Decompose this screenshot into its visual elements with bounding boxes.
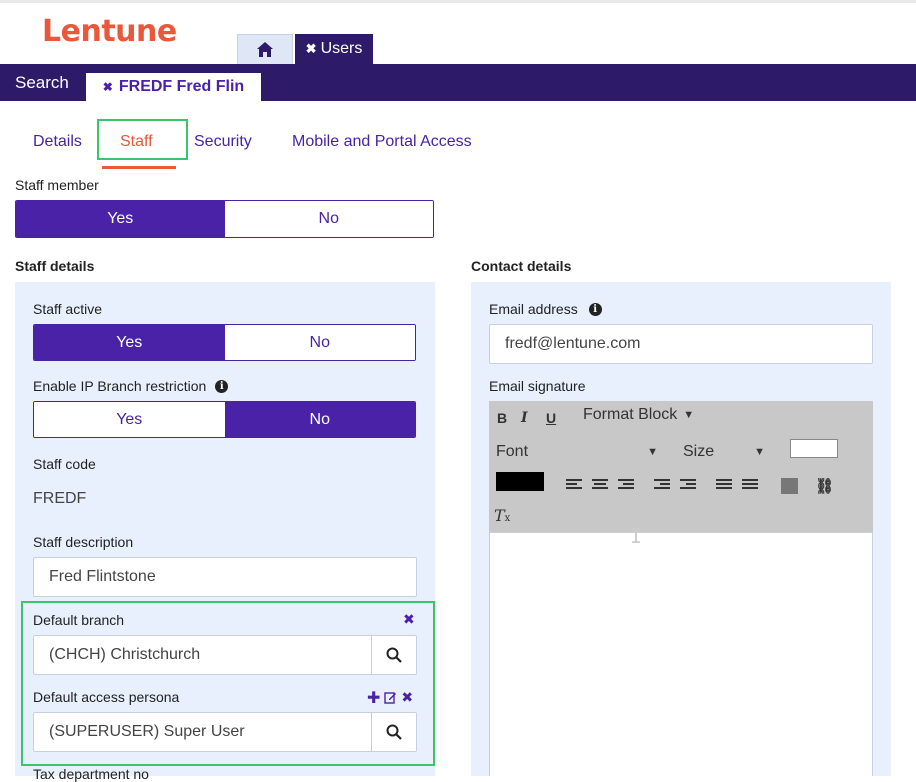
clear-icon[interactable]: ✖ bbox=[403, 612, 415, 628]
email-input[interactable]: fredf@lentune.com bbox=[489, 324, 873, 364]
email-label-row: Email address i bbox=[489, 301, 602, 317]
add-icon[interactable]: ✚ bbox=[367, 688, 380, 707]
close-icon[interactable]: ✖ bbox=[306, 41, 317, 57]
search-nav-link[interactable]: Search bbox=[15, 64, 69, 101]
clear-icon[interactable]: ✖ bbox=[401, 690, 413, 706]
bullet-list-icon[interactable] bbox=[716, 479, 732, 493]
staff-code-label: Staff code bbox=[33, 456, 96, 472]
staff-code-value: FREDF bbox=[33, 490, 87, 507]
font-select[interactable]: Font ▼ bbox=[496, 443, 658, 461]
ip-restriction-toggle: Yes No bbox=[33, 401, 416, 438]
outdent-icon[interactable] bbox=[654, 479, 670, 493]
users-tab[interactable]: ✖ Users bbox=[295, 34, 373, 64]
tab-details[interactable]: Details bbox=[33, 133, 82, 151]
app-logo: Lentune bbox=[42, 14, 177, 49]
format-block-label: Format Block bbox=[583, 406, 678, 423]
underline-icon[interactable]: U bbox=[546, 410, 556, 426]
staff-member-yes[interactable]: Yes bbox=[16, 201, 225, 237]
home-icon bbox=[257, 42, 273, 57]
staff-active-yes[interactable]: Yes bbox=[34, 325, 225, 360]
staff-member-no[interactable]: No bbox=[224, 201, 433, 237]
record-tab[interactable]: ✖ FREDF Fred Flin bbox=[86, 73, 261, 101]
ip-restriction-label-row: Enable IP Branch restriction i bbox=[33, 378, 229, 394]
image-icon[interactable] bbox=[781, 478, 798, 494]
staff-member-label: Staff member bbox=[15, 177, 99, 193]
chevron-down-icon: ▼ bbox=[683, 409, 695, 421]
font-select-label: Font bbox=[496, 443, 529, 460]
active-tab-underline bbox=[102, 166, 176, 169]
size-select-label: Size bbox=[683, 443, 715, 460]
info-icon[interactable]: i bbox=[588, 302, 602, 316]
search-button[interactable] bbox=[372, 636, 416, 674]
ip-restriction-yes[interactable]: Yes bbox=[34, 402, 225, 437]
default-persona-lookup: (SUPERUSER) Super User bbox=[33, 712, 417, 752]
align-left-icon[interactable] bbox=[566, 479, 582, 493]
text-color-swatch[interactable] bbox=[496, 472, 544, 491]
background-color-swatch[interactable] bbox=[790, 439, 838, 458]
default-persona-label: Default access persona bbox=[33, 689, 180, 705]
staff-active-no[interactable]: No bbox=[224, 325, 415, 360]
ip-restriction-label: Enable IP Branch restriction bbox=[33, 378, 207, 394]
default-persona-input[interactable]: (SUPERUSER) Super User bbox=[34, 713, 372, 751]
staff-active-toggle: Yes No bbox=[33, 324, 416, 361]
chevron-down-icon: ▼ bbox=[754, 446, 765, 458]
staff-active-label: Staff active bbox=[33, 301, 103, 317]
tax-department-label: Tax department no bbox=[33, 766, 149, 782]
staff-description-label: Staff description bbox=[33, 534, 134, 550]
numbered-list-icon[interactable] bbox=[742, 479, 758, 493]
bold-icon[interactable]: B bbox=[497, 410, 507, 426]
tab-mobile-portal-access[interactable]: Mobile and Portal Access bbox=[292, 133, 472, 151]
persona-actions: ✚ ✖ bbox=[367, 688, 413, 707]
record-tab-label: FREDF Fred Flin bbox=[118, 78, 245, 95]
search-button[interactable] bbox=[372, 713, 416, 751]
close-icon[interactable]: ✖ bbox=[103, 80, 113, 94]
default-branch-lookup: (CHCH) Christchurch bbox=[33, 635, 417, 675]
users-tab-label: Users bbox=[320, 40, 363, 57]
search-icon bbox=[386, 724, 402, 740]
tab-security[interactable]: Security bbox=[194, 133, 252, 151]
default-branch-input[interactable]: (CHCH) Christchurch bbox=[34, 636, 372, 674]
clear-format-icon[interactable]: Tx bbox=[494, 506, 510, 525]
staff-details-title: Staff details bbox=[15, 258, 95, 274]
default-branch-label: Default branch bbox=[33, 612, 125, 628]
chevron-down-icon: ▼ bbox=[647, 446, 658, 458]
align-right-icon[interactable] bbox=[618, 479, 634, 493]
navbar: Search ✖ FREDF Fred Flin bbox=[0, 64, 916, 101]
contact-details-title: Contact details bbox=[471, 258, 572, 274]
format-block-select[interactable]: Format Block ▼ bbox=[583, 406, 694, 424]
search-icon bbox=[386, 647, 402, 663]
link-icon[interactable]: ⛓ bbox=[815, 477, 834, 495]
info-icon[interactable]: i bbox=[215, 379, 229, 393]
text-cursor-icon: I bbox=[630, 524, 643, 548]
tab-staff[interactable]: Staff bbox=[120, 133, 153, 151]
home-tab[interactable] bbox=[237, 34, 293, 64]
indent-icon[interactable] bbox=[680, 479, 696, 493]
email-label: Email address bbox=[489, 301, 578, 317]
size-select[interactable]: Size ▼ bbox=[683, 443, 765, 461]
staff-member-toggle: Yes No bbox=[15, 200, 434, 238]
italic-icon[interactable]: I bbox=[521, 410, 528, 426]
ip-restriction-no[interactable]: No bbox=[224, 402, 415, 437]
email-signature-editor[interactable]: I bbox=[489, 524, 873, 776]
edit-icon[interactable] bbox=[384, 691, 397, 704]
email-signature-label: Email signature bbox=[489, 378, 586, 394]
staff-description-input[interactable]: Fred Flintstone bbox=[33, 557, 417, 597]
top-border bbox=[0, 0, 916, 3]
align-center-icon[interactable] bbox=[592, 479, 608, 493]
